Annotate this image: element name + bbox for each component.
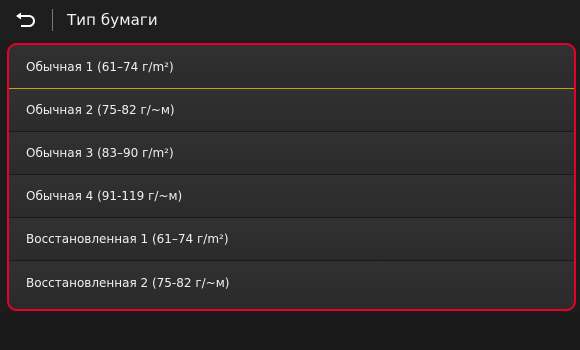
paper-type-list-frame: Обычная 1 (61–74 г/m²) Обычная 2 (75-82 … bbox=[7, 43, 576, 311]
list-item-recycled-2[interactable]: Восстановленная 2 (75-82 г/~м) bbox=[9, 261, 574, 304]
list-item-recycled-1[interactable]: Восстановленная 1 (61–74 г/m²) bbox=[9, 218, 574, 261]
back-button[interactable] bbox=[0, 0, 52, 40]
bottom-bar bbox=[0, 312, 580, 350]
title-divider bbox=[52, 9, 53, 31]
list-item-plain-4[interactable]: Обычная 4 (91-119 г/~м) bbox=[9, 175, 574, 218]
device-screen: Тип бумаги Обычная 1 (61–74 г/m²) Обычна… bbox=[0, 0, 580, 350]
list-item-plain-2[interactable]: Обычная 2 (75-82 г/~м) bbox=[9, 89, 574, 132]
paper-type-list: Обычная 1 (61–74 г/m²) Обычная 2 (75-82 … bbox=[9, 45, 574, 309]
list-item-plain-1[interactable]: Обычная 1 (61–74 г/m²) bbox=[9, 45, 574, 89]
title-bar: Тип бумаги bbox=[0, 0, 580, 40]
list-item-plain-3[interactable]: Обычная 3 (83–90 г/m²) bbox=[9, 132, 574, 175]
back-arrow-icon bbox=[15, 12, 37, 28]
page-title: Тип бумаги bbox=[67, 11, 158, 29]
